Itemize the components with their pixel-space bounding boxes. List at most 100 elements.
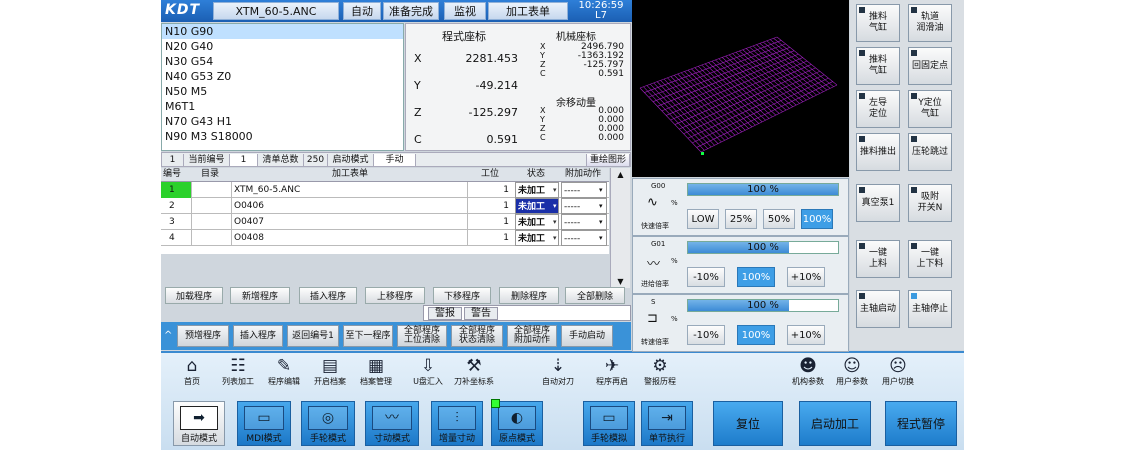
action-button[interactable]: 新增程序 [230, 287, 290, 304]
override-bar[interactable]: 100 % [687, 183, 839, 196]
redraw-button[interactable]: 重绘图形 [586, 154, 630, 166]
action-button[interactable]: 下移程序 [433, 287, 491, 304]
nav-usb[interactable]: ⇩ U盘汇入 [405, 356, 451, 387]
mode-button[interactable]: ◎ 手轮模式 [301, 401, 355, 446]
table-row[interactable]: 2 O0406 1 未加工 ▾ ----- ▾ [161, 198, 609, 214]
side-button[interactable]: 吸附 开关N [908, 184, 952, 222]
side-button[interactable]: 真空泵1 [856, 184, 900, 222]
current-no-value[interactable]: 1 [230, 154, 258, 166]
nav-user-switch[interactable]: ☹ 用户切换 [875, 356, 921, 387]
nav-machine-param[interactable]: ☻ 机构参数 [785, 356, 831, 387]
code-line[interactable]: N20 G40 [162, 39, 403, 54]
override-button[interactable]: +10% [787, 267, 825, 287]
mode-button[interactable]: ⇥ 单节执行 [641, 401, 693, 446]
func-button[interactable]: 返回编号1 [287, 325, 339, 347]
status-dropdown-icon[interactable]: ▾ [553, 198, 559, 214]
side-button[interactable]: 推料 气缸 [856, 4, 900, 42]
nav-user-param[interactable]: ☺ 用户参数 [829, 356, 875, 387]
override-button[interactable]: -10% [687, 325, 725, 345]
prog-coord-title: 程式座标 [442, 30, 486, 43]
func-button[interactable]: 插入程序 [233, 325, 283, 347]
side-button[interactable]: 一键 上下料 [908, 240, 952, 278]
tab-worklist[interactable]: 加工表单 [488, 2, 568, 20]
nav-gear[interactable]: ⚙ 警报历程 [637, 356, 683, 387]
scroll-up-icon[interactable]: ▲ [613, 170, 628, 179]
action-button[interactable]: 上移程序 [365, 287, 425, 304]
override-bar[interactable]: 100 % [687, 299, 839, 312]
side-button[interactable]: 主轴启动 [856, 290, 900, 328]
nav-program-edit[interactable]: ✎ 程序编辑 [261, 356, 307, 387]
mode-button[interactable]: ➡ 自动模式 [173, 401, 225, 446]
big-button[interactable]: 启动加工 [799, 401, 871, 446]
scroll-down-icon[interactable]: ▼ [613, 277, 628, 286]
side-button[interactable]: 推料推出 [856, 133, 900, 171]
nav-folder-open[interactable]: ▤ 开启档案 [307, 356, 353, 387]
program-code-list[interactable]: N10 G90 N20 G40 N30 G54 N40 G53 Z0 N50 M5 M6T… [161, 23, 404, 151]
action-button[interactable]: 全部删除 [565, 287, 625, 304]
funcbar-arrow-icon[interactable]: ^ [164, 330, 172, 341]
nav-auto-tool[interactable]: ⇣ 自动对刀 [535, 356, 581, 387]
action-dropdown-icon[interactable]: ▾ [599, 214, 605, 230]
code-line[interactable]: N30 G54 [162, 54, 403, 69]
mode-button[interactable]: ▭ 手轮模拟 [583, 401, 635, 446]
table-row[interactable]: 1 XTM_60-5.ANC 1 未加工 ▾ ----- ▾ [161, 182, 609, 198]
side-button[interactable]: 一键 上料 [856, 240, 900, 278]
status-dropdown-icon[interactable]: ▾ [553, 214, 559, 230]
big-button[interactable]: 复位 [713, 401, 783, 446]
side-button[interactable]: 轨道 润滑油 [908, 4, 952, 42]
nav-list[interactable]: ☷ 列表加工 [215, 356, 261, 387]
side-button[interactable]: 回固定点 [908, 47, 952, 85]
status-dropdown-icon[interactable]: ▾ [553, 182, 559, 198]
func-button[interactable]: 全部程序 状态清除 [451, 325, 503, 347]
mode-button[interactable]: ▭ MDI模式 [237, 401, 291, 446]
code-line[interactable]: N10 G90 [162, 24, 403, 39]
nav-file-manage[interactable]: ▦ 档案管理 [353, 356, 399, 387]
action-button[interactable]: 加载程序 [165, 287, 223, 304]
side-button[interactable]: 左导 定位 [856, 90, 900, 128]
override-button[interactable]: 100% [737, 325, 775, 345]
override-button[interactable]: 25% [725, 209, 757, 229]
override-button[interactable]: +10% [787, 325, 825, 345]
mode-button[interactable]: 〰寸动模式 [365, 401, 419, 446]
action-dropdown-icon[interactable]: ▾ [599, 182, 605, 198]
override-button[interactable]: 50% [763, 209, 795, 229]
big-button[interactable]: 程式暂停 [885, 401, 957, 446]
work-table[interactable]: 1 XTM_60-5.ANC 1 未加工 ▾ ----- ▾ 2 O0406 1 未加工 ▾ -----… [161, 182, 609, 254]
code-line[interactable]: N90 M3 S18000 [162, 129, 403, 144]
mode-button[interactable]: ⫶ 增量寸动 [431, 401, 483, 446]
action-dropdown-icon[interactable]: ▾ [599, 198, 605, 214]
func-button[interactable]: 至下一程序 [343, 325, 393, 347]
table-row[interactable]: 3 O0407 1 未加工 ▾ ----- ▾ [161, 214, 609, 230]
table-scrollbar[interactable]: ▲ ▼ [610, 168, 630, 288]
action-dropdown-icon[interactable]: ▾ [599, 230, 605, 246]
warning-tab[interactable]: 警告 [464, 307, 498, 320]
side-indicator-icon [911, 50, 917, 56]
func-button[interactable]: 全部程序 工位清除 [397, 325, 447, 347]
side-button[interactable]: 推料 气缸 [856, 47, 900, 85]
override-button[interactable]: -10% [687, 267, 725, 287]
tab-monitor[interactable]: 监视 [444, 2, 486, 20]
nav-home[interactable]: ⌂ 首页 [169, 356, 215, 387]
alarm-tab[interactable]: 警报 [428, 307, 462, 320]
override-bar[interactable]: 100 % [687, 241, 839, 254]
code-line[interactable]: N70 G43 H1 [162, 114, 403, 129]
side-button[interactable]: 主轴停止 [908, 290, 952, 328]
code-line[interactable]: M6T1 [162, 99, 403, 114]
override-button[interactable]: 100% [801, 209, 833, 229]
override-button[interactable]: LOW [687, 209, 719, 229]
table-row[interactable]: 4 O0408 1 未加工 ▾ ----- ▾ [161, 230, 609, 246]
func-button[interactable]: 手动启动 [561, 325, 613, 347]
func-button[interactable]: 全部程序 附加动作 [507, 325, 557, 347]
start-mode-value[interactable]: 手动 [374, 154, 416, 166]
nav-restart[interactable]: ✈ 程序再启 [589, 356, 635, 387]
code-line[interactable]: N40 G53 Z0 [162, 69, 403, 84]
side-button[interactable]: Y定位 气缸 [908, 90, 952, 128]
action-button[interactable]: 删除程序 [499, 287, 559, 304]
code-line[interactable]: N50 M5 [162, 84, 403, 99]
side-button[interactable]: 压轮跳过 [908, 133, 952, 171]
action-button[interactable]: 插入程序 [299, 287, 357, 304]
nav-tool-coord[interactable]: ⚒ 刀补坐标系 [451, 356, 497, 387]
status-dropdown-icon[interactable]: ▾ [553, 230, 559, 246]
override-button[interactable]: 100% [737, 267, 775, 287]
func-button[interactable]: 预增程序 [177, 325, 229, 347]
